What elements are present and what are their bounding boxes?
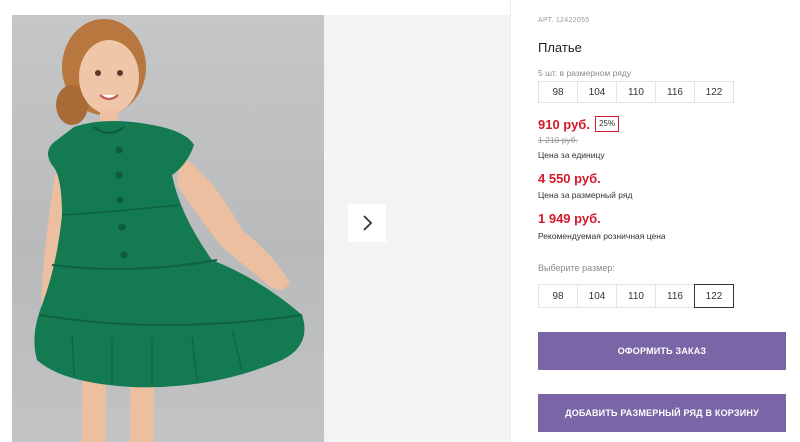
pack-size-cell: 110	[616, 81, 656, 103]
unit-price: 910 руб.	[538, 116, 590, 132]
pack-size-cell: 98	[538, 81, 578, 103]
girl-in-green-dress-image	[34, 19, 305, 442]
pack-note: 5 шт. в размерном ряду	[538, 68, 632, 78]
pack-size-cell: 116	[655, 81, 695, 103]
size-option-98[interactable]: 98	[538, 284, 578, 308]
size-option-110[interactable]: 110	[616, 284, 656, 308]
old-price: 1 210 руб.	[538, 135, 578, 145]
product-title: Платье	[538, 40, 582, 55]
panel-divider	[510, 0, 511, 442]
retail-price-caption: Рекомендуемая розничная цена	[538, 231, 666, 241]
retail-price: 1 949 руб.	[538, 211, 601, 226]
unit-price-line: 910 руб. 25%	[538, 116, 619, 132]
pack-size-cell: 104	[577, 81, 617, 103]
size-option-116[interactable]: 116	[655, 284, 695, 308]
unit-price-caption: Цена за единицу	[538, 150, 605, 160]
size-option-122[interactable]: 122	[694, 284, 734, 308]
size-option-104[interactable]: 104	[577, 284, 617, 308]
pack-size-row: 98 104 110 116 122	[538, 81, 734, 103]
next-image-button[interactable]	[348, 204, 386, 242]
add-pack-to-cart-button[interactable]: ДОБАВИТЬ РАЗМЕРНЫЙ РЯД В КОРЗИНУ	[538, 394, 786, 432]
chevron-right-icon	[363, 215, 373, 231]
product-sku: АРТ. 12422055	[538, 17, 590, 24]
size-selector-label: Выберите размер:	[538, 263, 615, 273]
pack-size-cell: 122	[694, 81, 734, 103]
size-selector: 98 104 110 116 122	[538, 284, 734, 308]
product-gallery	[12, 15, 510, 442]
discount-badge: 25%	[594, 116, 619, 132]
pack-price: 4 550 руб.	[538, 171, 601, 186]
product-photo	[12, 15, 324, 442]
pack-price-caption: Цена за размерный ряд	[538, 190, 633, 200]
place-order-button[interactable]: ОФОРМИТЬ ЗАКАЗ	[538, 332, 786, 370]
